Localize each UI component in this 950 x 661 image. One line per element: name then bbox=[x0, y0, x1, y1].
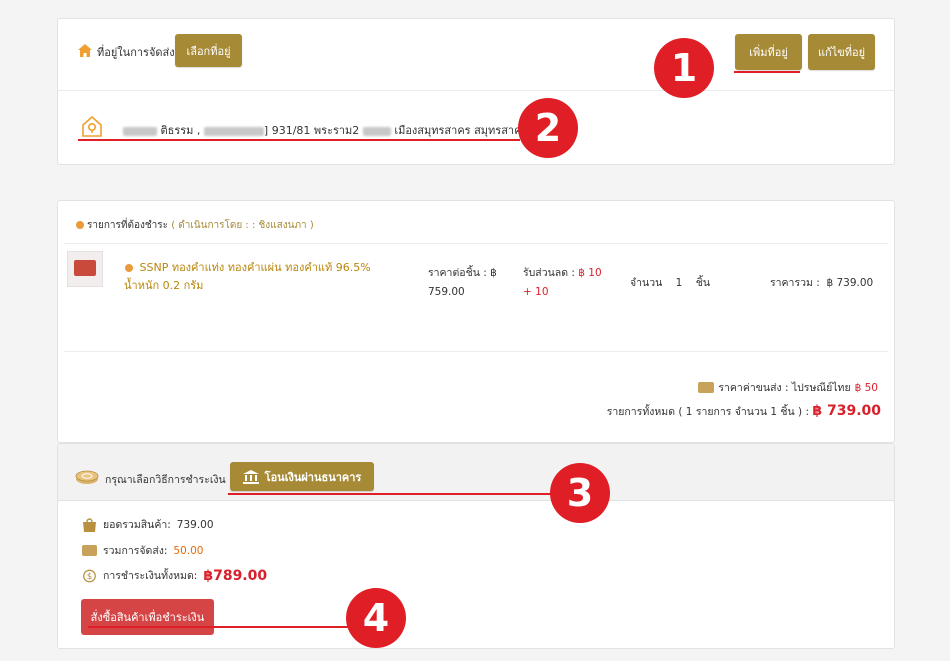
bank-transfer-label[interactable]: โอนเงินผ่านธนาคาร bbox=[265, 468, 362, 486]
coins-icon bbox=[75, 470, 99, 484]
product-name-text[interactable]: SSNP ทองคำแท่ง ทองคำแผ่น ทองคำแท้ 96.5% … bbox=[124, 261, 371, 292]
payment-total-value: ฿789.00 bbox=[203, 567, 268, 584]
home-icon bbox=[78, 44, 92, 57]
qty-unit: ชิ้น bbox=[695, 277, 711, 289]
shipping-value: ฿ 50 bbox=[854, 381, 878, 394]
subtotal-row: ยอดรวมสินค้า: 739.00 bbox=[82, 516, 214, 533]
bullet-icon bbox=[125, 264, 133, 272]
parcel-icon bbox=[698, 382, 715, 393]
address-card: ที่อยู่ในการจัดส่ง เลือกที่อยู่ เพิ่มที่… bbox=[57, 18, 895, 165]
dollar-coin-icon: $ bbox=[83, 569, 96, 582]
payment-card: กรุณาเลือกวิธีการชำระเงิน : โอนเงินผ่านธ… bbox=[57, 443, 895, 649]
address-name-part: ติธรรม , bbox=[160, 124, 201, 137]
qty-label: จำนวน bbox=[630, 277, 663, 289]
grand-total: รายการทั้งหมด ( 1 รายการ จำนวน 1 ชิ้น ) … bbox=[607, 403, 881, 420]
unit-price: ราคาต่อชิ้น : ฿ 759.00 bbox=[428, 264, 508, 302]
subtotal-value: 739.00 bbox=[176, 518, 214, 531]
bank-transfer-button[interactable]: โอนเงินผ่านธนาคาร bbox=[230, 462, 374, 491]
unit-price-label: ราคาต่อชิ้น : bbox=[428, 267, 487, 279]
qty-value: 1 bbox=[675, 277, 683, 289]
redacted-road bbox=[362, 126, 391, 136]
unit-price-value: 759.00 bbox=[428, 286, 465, 298]
shipping-label: ราคาค่าขนส่ง : ไปรษณีย์ไทย bbox=[718, 382, 851, 394]
product-thumbnail[interactable] bbox=[67, 251, 103, 287]
svg-text:$: $ bbox=[87, 571, 92, 581]
redacted-name bbox=[123, 126, 157, 136]
payment-method-label: กรุณาเลือกวิธีการชำระเงิน : bbox=[105, 474, 233, 486]
annotation-badge-1: 1 bbox=[654, 38, 714, 98]
product-name[interactable]: SSNP ทองคำแท่ง ทองคำแผ่น ทองคำแท้ 96.5% … bbox=[124, 259, 374, 295]
line-total-label: ราคารวม : bbox=[770, 277, 820, 289]
select-address-button[interactable]: เลือกที่อยู่ bbox=[175, 34, 242, 67]
bullet-icon bbox=[76, 221, 84, 229]
shipping-total-row: รวมการจัดส่ง: 50.00 bbox=[82, 542, 203, 559]
add-address-button[interactable]: เพิ่มที่อยู่ bbox=[735, 34, 802, 70]
address-header: ที่อยู่ในการจัดส่ง เลือกที่อยู่ เพิ่มที่… bbox=[58, 19, 894, 91]
address-line: ติธรรม , ] 931/81 พระราม2 เมืองสมุทรสาคร… bbox=[123, 121, 552, 139]
unit-price-currency: ฿ bbox=[490, 267, 497, 279]
annotation-badge-4: 4 bbox=[346, 588, 406, 648]
annotation-underline-3 bbox=[228, 493, 554, 495]
checkout-button[interactable]: สั่งซื้อสินค้าเพื่อชำระเงิน bbox=[81, 599, 214, 635]
grand-total-label: รายการทั้งหมด ( 1 รายการ จำนวน 1 ชิ้น ) … bbox=[606, 406, 810, 418]
quantity: จำนวน 1 ชิ้น bbox=[630, 274, 710, 291]
redacted-phone bbox=[203, 126, 264, 136]
divider bbox=[64, 243, 888, 244]
divider bbox=[64, 351, 888, 352]
order-header: รายการที่ต้องชำระ ( ดำเนินการโดย : : ชิง… bbox=[76, 218, 314, 233]
payment-total-row: $ การชำระเงินทั้งหมด: ฿789.00 bbox=[82, 567, 267, 584]
seller-name: ( ดำเนินการโดย : : ชิงแสงนภา ) bbox=[171, 220, 314, 231]
annotation-badge-2: 2 bbox=[518, 98, 578, 158]
shipping-cost: ราคาค่าขนส่ง : ไปรษณีย์ไทย ฿ 50 bbox=[698, 379, 878, 396]
discount-label: รับส่วนลด : bbox=[523, 267, 575, 279]
payment-total-label: การชำระเงินทั้งหมด: bbox=[103, 570, 198, 582]
discount-extra: + 10 bbox=[523, 286, 549, 298]
location-home-icon bbox=[82, 115, 102, 137]
annotation-underline-2 bbox=[78, 139, 520, 141]
order-card: รายการที่ต้องชำระ ( ดำเนินการโดย : : ชิง… bbox=[57, 200, 895, 443]
annotation-underline-4 bbox=[88, 626, 350, 628]
address-text: ] 931/81 พระราม2 bbox=[263, 124, 360, 137]
discount: รับส่วนลด : ฿ 10 + 10 bbox=[523, 264, 603, 302]
discount-value: ฿ 10 bbox=[578, 267, 602, 279]
shipping-total-label: รวมการจัดส่ง: bbox=[103, 545, 168, 557]
grand-total-value: ฿ 739.00 bbox=[812, 403, 881, 419]
line-total: ราคารวม : ฿ 739.00 bbox=[770, 274, 873, 291]
annotation-badge-3: 3 bbox=[550, 463, 610, 523]
edit-address-button[interactable]: แก้ไขที่อยู่ bbox=[808, 34, 875, 70]
subtotal-label: ยอดรวมสินค้า: bbox=[103, 519, 171, 531]
shopping-bag-icon bbox=[83, 517, 96, 532]
address-label: ที่อยู่ในการจัดส่ง bbox=[97, 46, 175, 59]
shipping-total-value: 50.00 bbox=[173, 544, 204, 557]
order-title: รายการที่ต้องชำระ bbox=[87, 220, 169, 231]
parcel-icon bbox=[82, 545, 97, 556]
line-total-value: ฿ 739.00 bbox=[826, 277, 874, 289]
bank-icon bbox=[242, 469, 259, 484]
annotation-underline-1 bbox=[734, 71, 800, 73]
